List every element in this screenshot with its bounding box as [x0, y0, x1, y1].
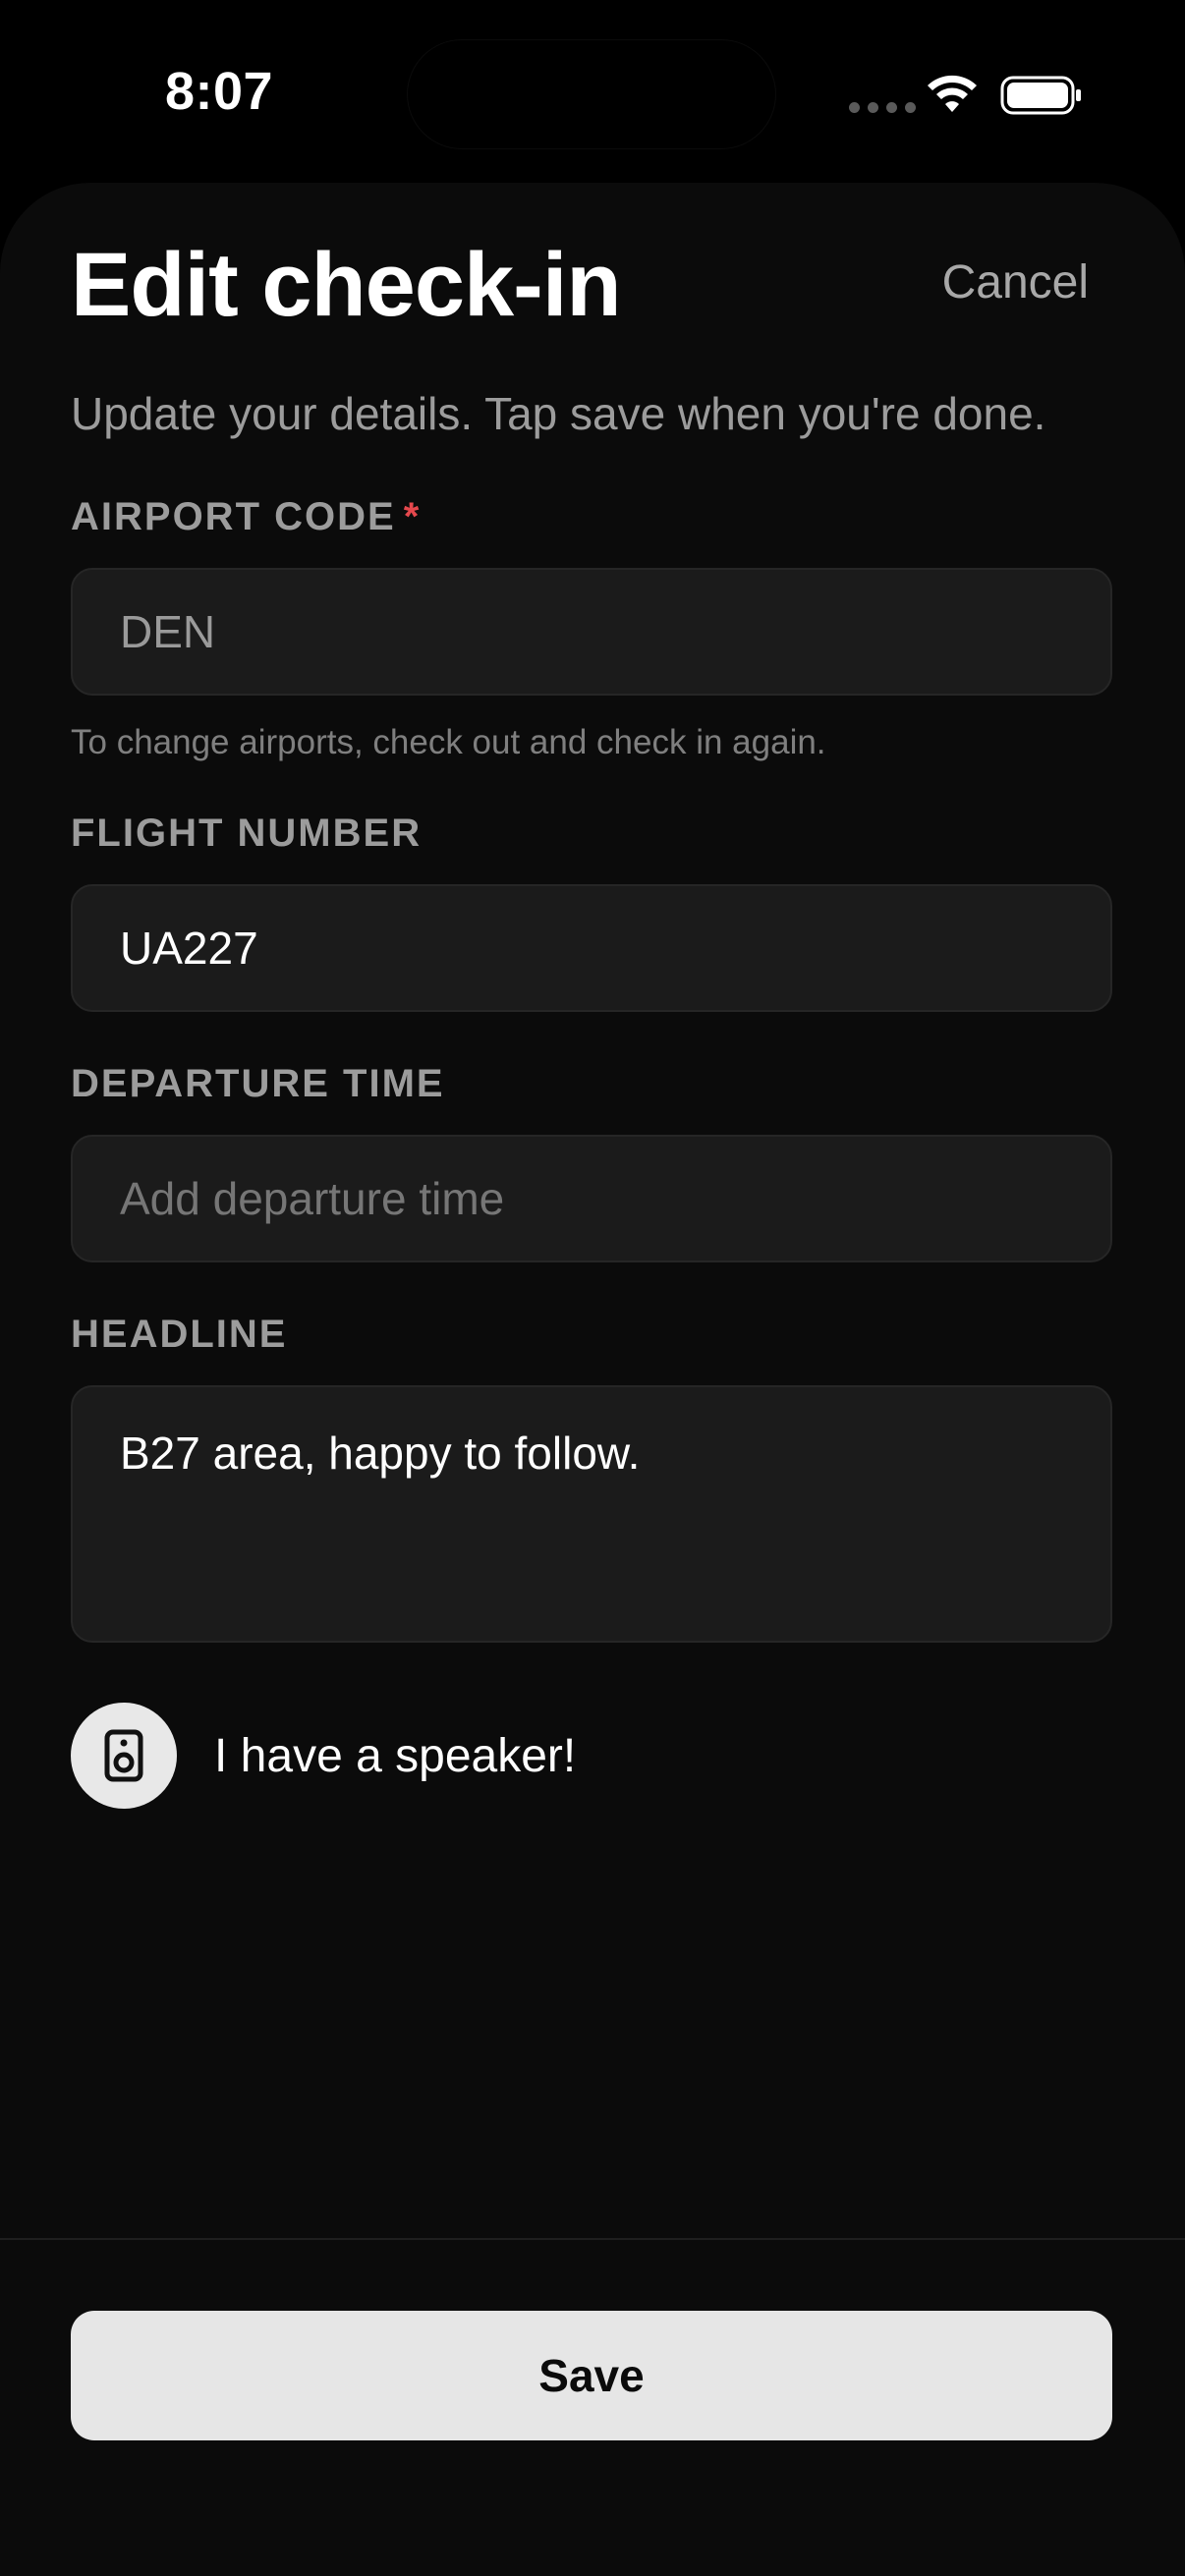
required-marker: * — [403, 495, 422, 538]
flight-number-label: FLIGHT NUMBER — [71, 812, 423, 855]
cancel-button[interactable]: Cancel — [942, 255, 1089, 309]
airport-code-field[interactable] — [71, 568, 1112, 696]
page-title: Edit check-in — [71, 235, 622, 335]
departure-time-label: DEPARTURE TIME — [71, 1062, 445, 1105]
dynamic-island — [407, 39, 776, 149]
edit-checkin-sheet — [0, 183, 1185, 2576]
cellular-signal-icon — [849, 102, 916, 113]
departure-time-field[interactable] — [71, 1135, 1112, 1262]
battery-icon — [1000, 76, 1081, 115]
save-button[interactable]: Save — [71, 2311, 1112, 2440]
headline-field[interactable]: B27 area, happy to follow. — [71, 1385, 1112, 1643]
airport-code-label-text: AIRPORT CODE — [71, 495, 396, 538]
speaker-label: I have a speaker! — [214, 1729, 577, 1782]
headline-label: HEADLINE — [71, 1313, 288, 1356]
status-bar: 8:07 — [0, 0, 1185, 177]
status-time: 8:07 — [165, 62, 274, 121]
speaker-toggle-circle[interactable] — [71, 1703, 177, 1809]
wifi-icon — [928, 75, 977, 112]
footer-divider — [0, 2238, 1185, 2240]
airport-code-label: AIRPORT CODE * — [71, 495, 421, 539]
speaker-icon — [104, 1729, 143, 1782]
speaker-toggle[interactable]: I have a speaker! — [71, 1703, 576, 1809]
subtitle-text: Update your details. Tap save when you'r… — [71, 388, 1046, 439]
flight-number-field[interactable] — [71, 884, 1112, 1012]
airport-code-helper: To change airports, check out and check … — [71, 723, 826, 761]
